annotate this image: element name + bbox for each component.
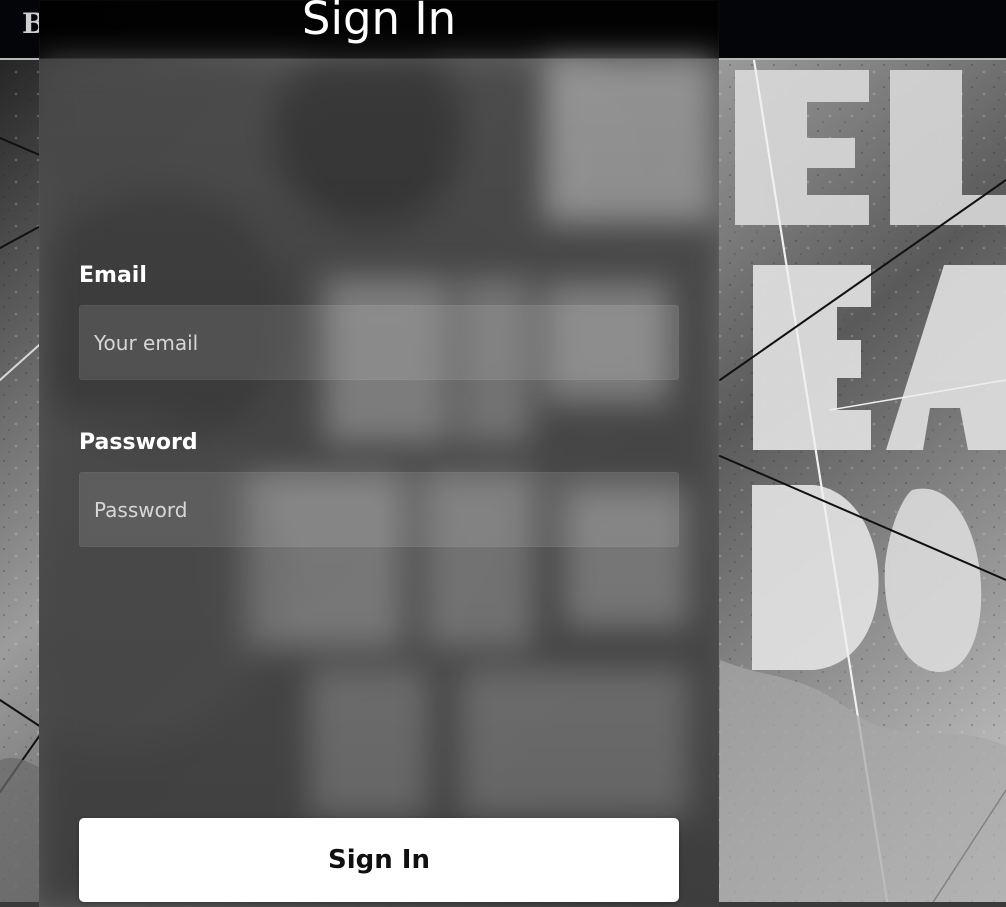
password-field-container — [79, 472, 679, 547]
password-label: Password — [79, 430, 198, 455]
sign-in-button[interactable]: Sign In — [79, 818, 679, 902]
email-input[interactable] — [80, 306, 678, 379]
email-field-container — [79, 305, 679, 380]
sign-in-form: Email Password Sign In — [79, 262, 679, 907]
sign-in-modal: Sign In Email Password Sign In — [39, 0, 719, 907]
email-label: Email — [79, 263, 147, 288]
sign-in-page: B Sign In Email Your email Password Sign… — [0, 0, 1006, 907]
password-input[interactable] — [80, 473, 678, 546]
sign-in-title: Sign In — [301, 0, 457, 45]
